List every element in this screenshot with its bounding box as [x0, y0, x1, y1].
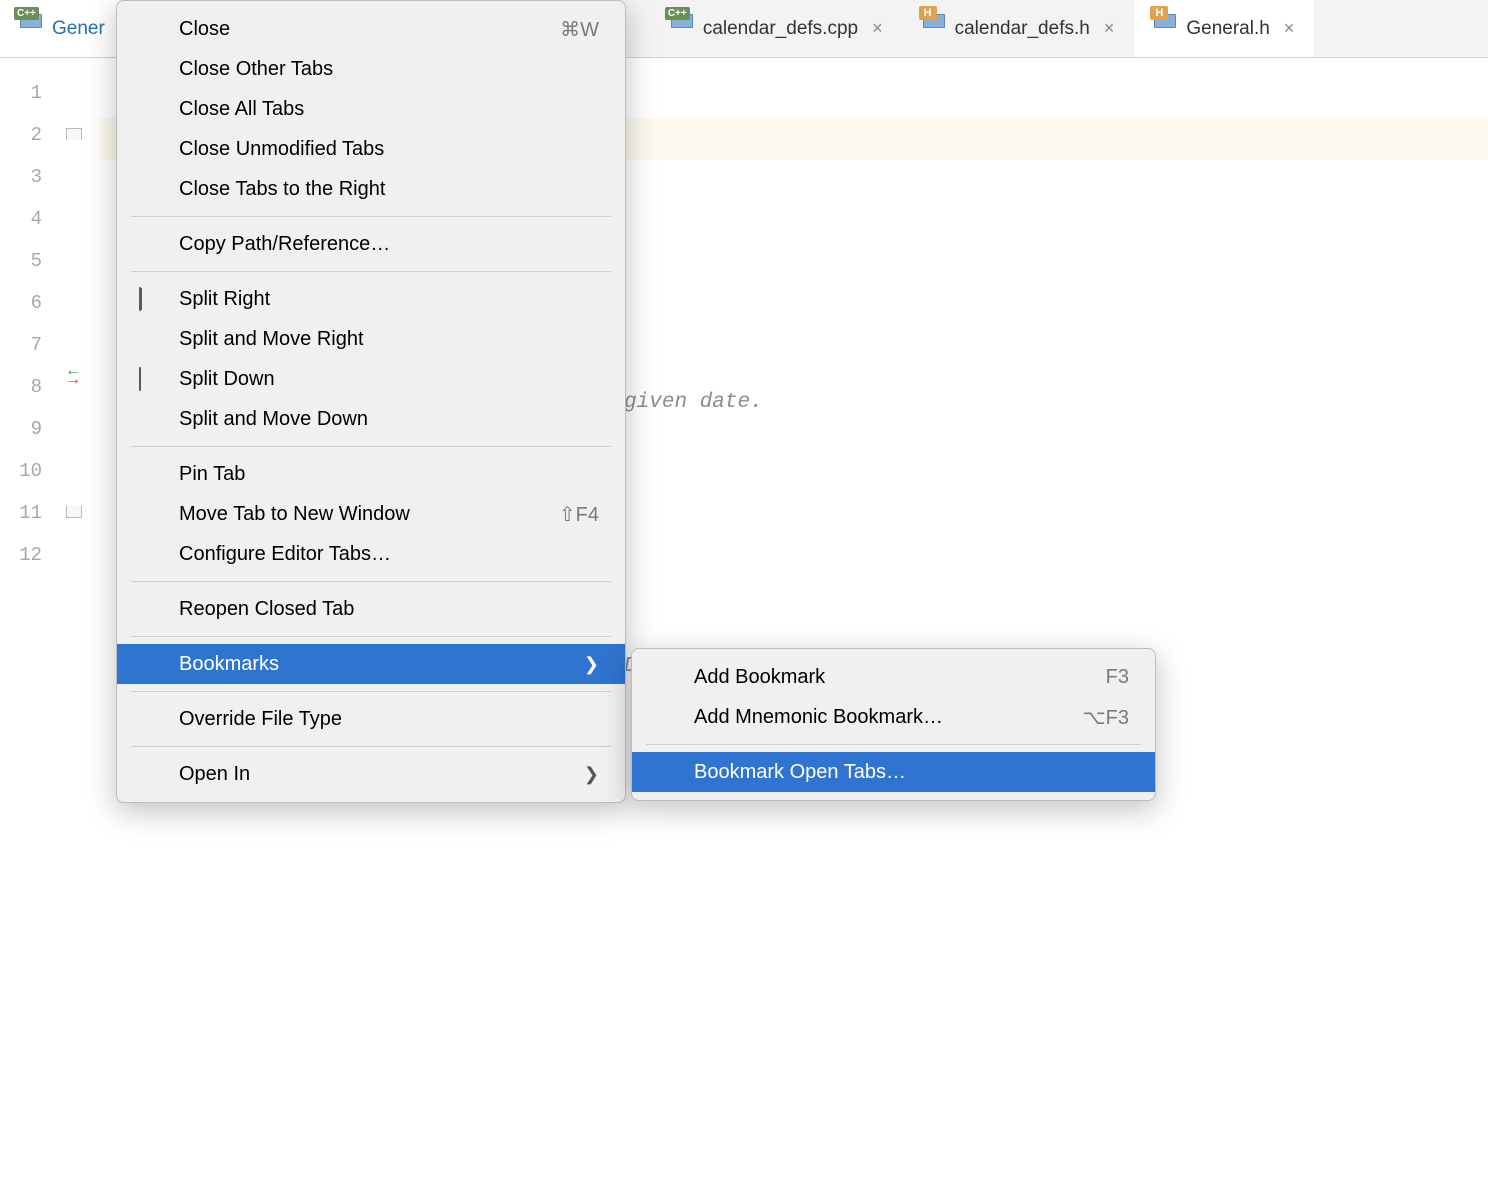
menu-label: Close Unmodified Tabs — [179, 138, 599, 161]
menu-item-move-new-window[interactable]: Move Tab to New Window ⇧F4 — [117, 494, 625, 534]
line-number: 1 — [0, 72, 60, 114]
menu-item-pin-tab[interactable]: Pin Tab — [117, 454, 625, 494]
line-number: 10 — [0, 450, 60, 492]
tab-general-cpp[interactable]: Gener — [0, 0, 121, 57]
menu-item-configure-tabs[interactable]: Configure Editor Tabs… — [117, 534, 625, 574]
menu-label: Add Mnemonic Bookmark… — [694, 706, 1083, 729]
line-number: 7 — [0, 324, 60, 366]
diff-marker: ← → — [60, 366, 100, 408]
tab-label: Gener — [52, 18, 105, 40]
menu-label: Override File Type — [179, 708, 599, 731]
code-line — [100, 1086, 1488, 1128]
menu-item-open-in[interactable]: Open In ❯ — [117, 754, 625, 794]
menu-item-bookmarks[interactable]: Bookmarks ❯ — [117, 644, 625, 684]
chevron-right-icon: ❯ — [584, 654, 599, 675]
menu-separator — [131, 446, 611, 447]
line-number: 9 — [0, 408, 60, 450]
submenu-item-bookmark-open-tabs[interactable]: Bookmark Open Tabs… — [632, 752, 1155, 792]
menu-shortcut: ⌘W — [560, 17, 599, 42]
menu-separator — [131, 636, 611, 637]
menu-label: Copy Path/Reference… — [179, 233, 599, 256]
cpp-file-icon — [16, 18, 42, 40]
menu-label: Close Other Tabs — [179, 58, 599, 81]
menu-separator — [131, 691, 611, 692]
tab-context-menu: Close ⌘W Close Other Tabs Close All Tabs… — [116, 0, 626, 803]
menu-label: Pin Tab — [179, 463, 599, 486]
menu-item-reopen-closed[interactable]: Reopen Closed Tab — [117, 589, 625, 629]
menu-label: Split Right — [179, 288, 599, 311]
menu-label: Split and Move Down — [179, 408, 599, 431]
line-number: 6 — [0, 282, 60, 324]
fold-marker-bottom[interactable] — [60, 492, 100, 534]
menu-item-close-others[interactable]: Close Other Tabs — [117, 49, 625, 89]
menu-label: Reopen Closed Tab — [179, 598, 599, 621]
menu-item-split-down[interactable]: Split Down — [117, 359, 625, 399]
submenu-item-add-bookmark[interactable]: Add Bookmark F3 — [632, 657, 1155, 697]
line-number: 2 — [0, 114, 60, 156]
menu-separator — [131, 746, 611, 747]
tab-general-h[interactable]: General.h × — [1134, 0, 1314, 57]
menu-shortcut: ⇧F4 — [559, 502, 599, 527]
line-number: 4 — [0, 198, 60, 240]
menu-separator — [646, 744, 1141, 745]
h-file-icon — [919, 18, 945, 40]
chevron-right-icon: ❯ — [584, 764, 599, 785]
menu-item-copy-path[interactable]: Copy Path/Reference… — [117, 224, 625, 264]
menu-label: Move Tab to New Window — [179, 503, 559, 526]
menu-item-close[interactable]: Close ⌘W — [117, 9, 625, 49]
menu-label: Split Down — [179, 368, 599, 391]
menu-separator — [131, 216, 611, 217]
line-number: 11 — [0, 492, 60, 534]
tab-calendar-defs-cpp[interactable]: calendar_defs.cpp × — [651, 0, 903, 57]
close-icon[interactable]: × — [1280, 18, 1299, 39]
cpp-file-icon — [667, 18, 693, 40]
menu-label: Close All Tabs — [179, 98, 599, 121]
menu-label: Open In — [179, 763, 584, 786]
diff-arrows-icon: ← → — [65, 366, 81, 384]
code-line — [100, 822, 1488, 864]
menu-label: Bookmark Open Tabs… — [694, 761, 1129, 784]
tab-label: calendar_defs.cpp — [703, 18, 858, 40]
line-number: 12 — [0, 534, 60, 576]
menu-item-split-right[interactable]: Split Right — [117, 279, 625, 319]
menu-item-close-unmodified[interactable]: Close Unmodified Tabs — [117, 129, 625, 169]
menu-label: Close — [179, 18, 560, 41]
tab-label: General.h — [1186, 18, 1269, 40]
menu-shortcut: ⌥F3 — [1083, 705, 1129, 730]
submenu-item-add-mnemonic[interactable]: Add Mnemonic Bookmark… ⌥F3 — [632, 697, 1155, 737]
code-line — [100, 998, 1488, 1040]
menu-shortcut: F3 — [1106, 666, 1129, 689]
menu-separator — [131, 581, 611, 582]
code-line — [100, 910, 1488, 952]
split-right-icon — [139, 288, 165, 310]
menu-label: Bookmarks — [179, 653, 584, 676]
line-number: 5 — [0, 240, 60, 282]
bookmarks-submenu: Add Bookmark F3 Add Mnemonic Bookmark… ⌥… — [631, 648, 1156, 801]
menu-item-close-right[interactable]: Close Tabs to the Right — [117, 169, 625, 209]
h-file-icon — [1150, 18, 1176, 40]
menu-item-override-file-type[interactable]: Override File Type — [117, 699, 625, 739]
gutter-markers: ← → — [60, 58, 100, 884]
line-number-gutter: 1 2 3 4 5 6 7 8 9 10 11 12 — [0, 58, 60, 884]
menu-label: Add Bookmark — [694, 666, 1106, 689]
menu-label: Split and Move Right — [179, 328, 599, 351]
line-number: 8 — [0, 366, 60, 408]
split-down-icon — [139, 368, 165, 390]
tab-label: calendar_defs.h — [955, 18, 1090, 40]
tab-calendar-defs-h[interactable]: calendar_defs.h × — [903, 0, 1135, 57]
line-number: 3 — [0, 156, 60, 198]
close-icon[interactable]: × — [1100, 18, 1119, 39]
menu-label: Close Tabs to the Right — [179, 178, 599, 201]
menu-separator — [131, 271, 611, 272]
close-icon[interactable]: × — [868, 18, 887, 39]
menu-label: Configure Editor Tabs… — [179, 543, 599, 566]
menu-item-split-move-down[interactable]: Split and Move Down — [117, 399, 625, 439]
menu-item-split-move-right[interactable]: Split and Move Right — [117, 319, 625, 359]
fold-marker-top[interactable] — [60, 114, 100, 156]
menu-item-close-all[interactable]: Close All Tabs — [117, 89, 625, 129]
